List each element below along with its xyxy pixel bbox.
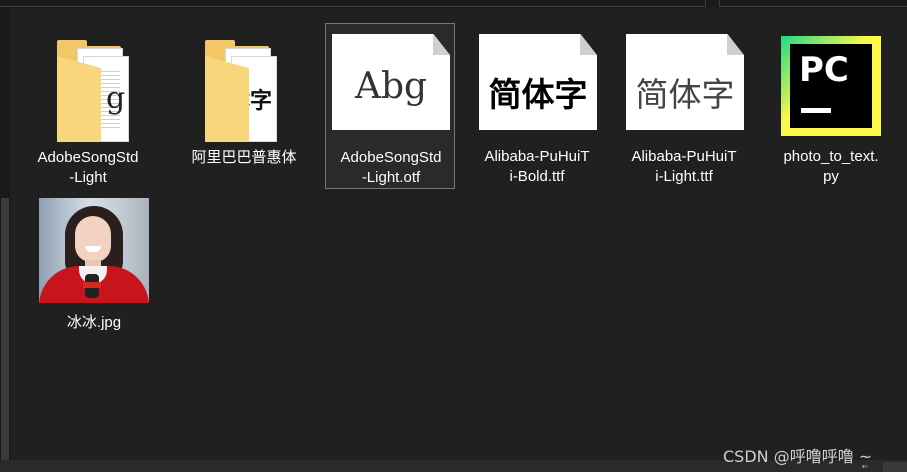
navigation-pane-scrollbar[interactable] [0,8,10,472]
folder-preview-text: g [106,81,126,116]
file-item-font-adobesongstd-otf[interactable]: Abg AdobeSongStd -Light.otf [325,23,455,189]
font-file-icon: 简体字 [479,34,597,130]
file-name-label: AdobeSongStd -Light [37,149,139,186]
image-thumbnail [39,198,149,303]
file-item-python-photo-to-text[interactable]: PC photo_to_text. py [766,23,896,189]
font-file-icon: 简体字 [626,34,744,130]
file-name-label: Alibaba-PuHuiT i-Bold.ttf [484,148,590,185]
file-item-folder-alibaba-puhuiti[interactable]: 体字 阿里巴巴普惠体 [179,28,309,193]
file-name-label: 阿里巴巴普惠体 [191,149,297,166]
file-item-folder-adobesongstd-light[interactable]: g AdobeSongStd -Light [23,28,153,193]
file-name-label: photo_to_text. py [783,148,879,185]
folder-icon: g [55,36,129,144]
address-bar[interactable] [0,0,706,7]
font-preview-text: 简体字 [635,75,735,114]
font-file-icon: Abg [332,34,450,130]
search-box[interactable] [719,0,907,7]
scrollbar-thumb[interactable] [1,198,9,460]
file-explorer-window: g AdobeSongStd -Light 体字 阿里巴巴普惠体 Abg Ado… [0,0,907,472]
file-item-image-bingbing[interactable]: 冰冰.jpg [29,193,159,333]
file-name-label: Alibaba-PuHuiT i-Light.ttf [631,148,737,185]
watermark-text: CSDN @呼噜呼噜 ~ [723,447,873,466]
file-item-font-alibaba-bold[interactable]: 简体字 Alibaba-PuHuiT i-Bold.ttf [472,23,602,189]
file-item-font-alibaba-light[interactable]: 简体字 Alibaba-PuHuiT i-Light.ttf [619,23,749,189]
file-name-label: 冰冰.jpg [66,314,122,331]
font-preview-text: Abg [354,66,428,107]
pycharm-icon: PC [781,36,881,136]
font-preview-text: 简体字 [488,75,588,114]
pycharm-logo-text: PC [799,50,849,90]
resize-grip[interactable] [883,462,907,472]
folder-icon: 体字 [203,36,283,144]
file-name-label: AdobeSongStd -Light.otf [340,149,442,186]
